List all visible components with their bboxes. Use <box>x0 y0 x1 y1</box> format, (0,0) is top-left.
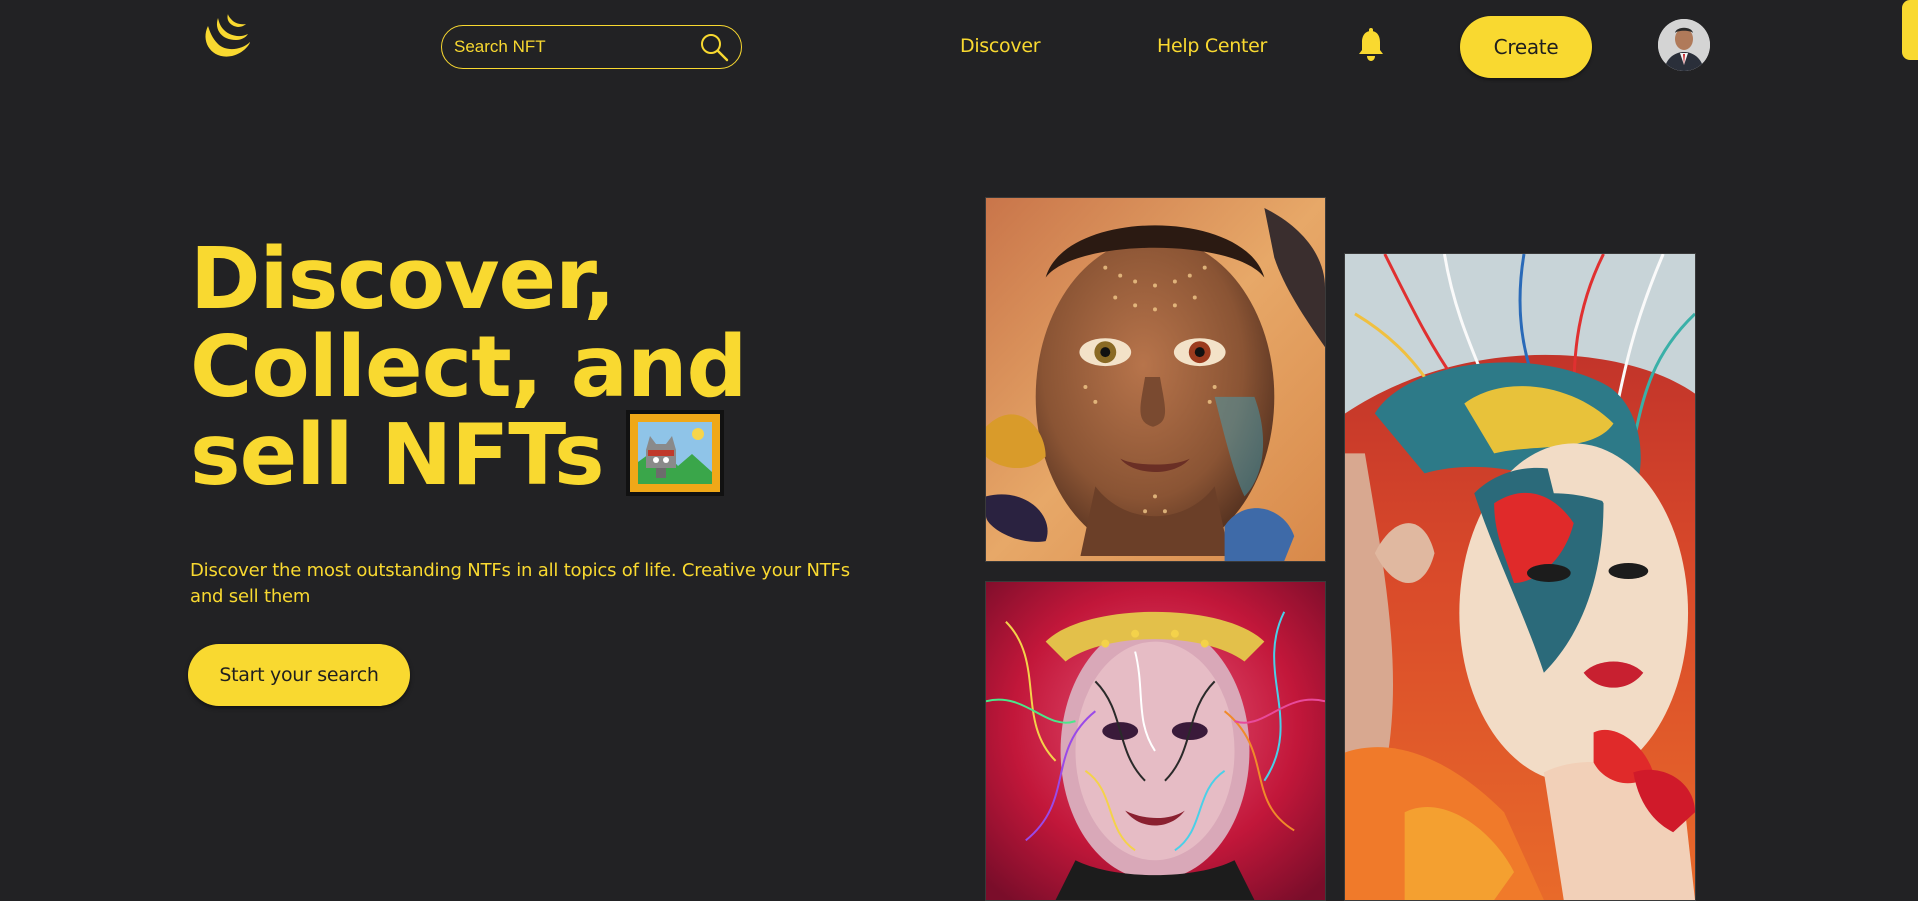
side-scroll-handle[interactable] <box>1902 0 1918 60</box>
hero-title-line-2: Collect, and <box>190 318 747 417</box>
user-avatar[interactable] <box>1658 19 1710 71</box>
start-search-button[interactable]: Start your search <box>188 644 410 706</box>
search-icon[interactable] <box>699 32 729 62</box>
nav-help-center-link[interactable]: Help Center <box>1157 35 1267 57</box>
search-placeholder: Search NFT <box>454 37 546 56</box>
create-button[interactable]: Create <box>1460 16 1592 78</box>
nft-artwork-colorful-portrait[interactable] <box>985 581 1326 901</box>
page: Search NFT Discover Help Center Create D… <box>0 0 1918 901</box>
hero-description: Discover the most outstanding NTFs in al… <box>190 560 850 607</box>
search-input[interactable]: Search NFT <box>441 25 742 69</box>
hero-title-line-3-wrap: sell NFTs <box>190 409 746 504</box>
crescent-logo-icon[interactable] <box>198 12 252 62</box>
nft-artwork-painted-woman[interactable] <box>1344 253 1696 901</box>
framed-picture-icon <box>625 409 724 496</box>
nft-artwork-face-dots[interactable] <box>985 197 1326 562</box>
bell-icon[interactable] <box>1356 28 1386 62</box>
hero-title-line-3: sell NFTs <box>190 406 605 505</box>
nav-discover-link[interactable]: Discover <box>960 35 1041 57</box>
hero-title: Discover, Collect, and sell NFTs <box>190 230 747 504</box>
hero-title-line-1: Discover, <box>190 230 616 329</box>
